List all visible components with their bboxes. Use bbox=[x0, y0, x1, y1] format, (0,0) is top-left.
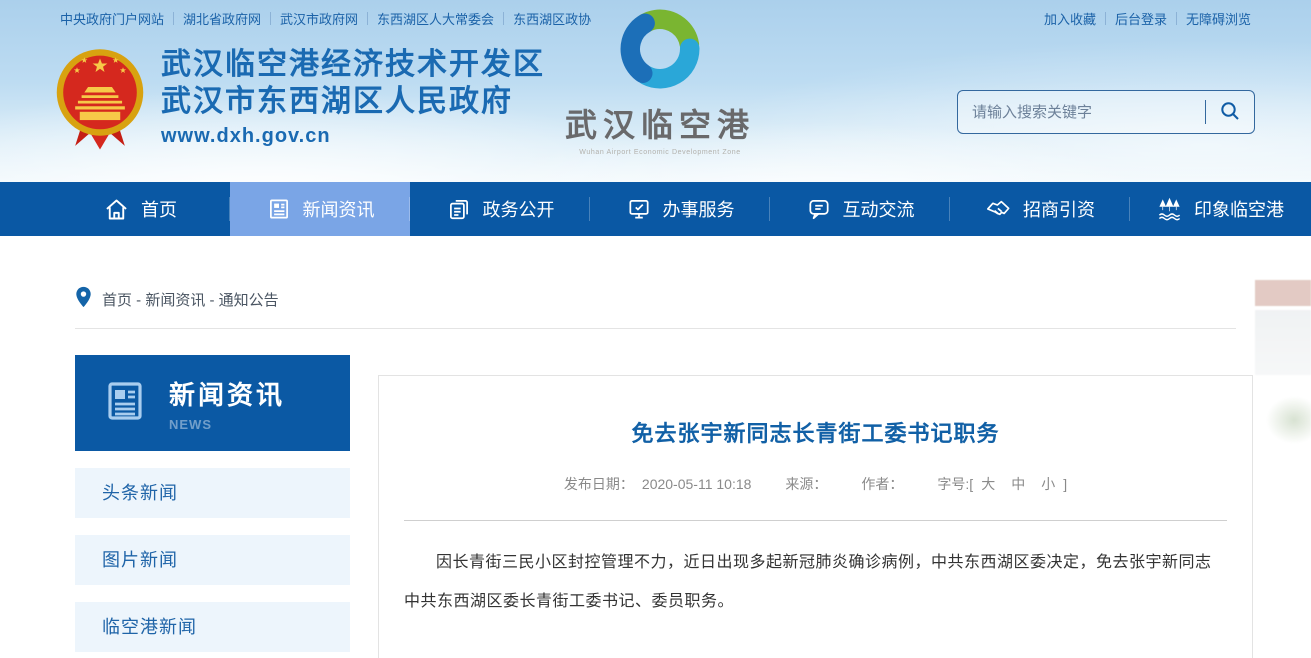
search-icon bbox=[1218, 99, 1242, 126]
chat-bubble-icon bbox=[806, 196, 832, 222]
source-label: 来源： bbox=[785, 474, 827, 494]
publish-date-label: 发布日期： bbox=[564, 474, 634, 494]
logo-english-text: Wuhan Airport Economic Development Zone bbox=[550, 149, 770, 156]
nav-item-services[interactable]: 办事服务 bbox=[590, 182, 770, 236]
author-label: 作者： bbox=[861, 474, 903, 494]
nav-item-home[interactable]: 首页 bbox=[50, 182, 230, 236]
site-url: www.dxh.gov.cn bbox=[161, 125, 545, 148]
divider bbox=[367, 12, 368, 25]
site-header: 中央政府门户网站 湖北省政府网 武汉市政府网 东西湖区人大常委会 东西湖区政协 … bbox=[0, 0, 1311, 182]
top-link-npc[interactable]: 东西湖区人大常委会 bbox=[377, 9, 494, 28]
nav-item-impression[interactable]: 印象临空港 bbox=[1130, 182, 1310, 236]
sidebar-header-text: 新闻资讯 NEWS bbox=[169, 375, 285, 432]
sidebar-header: 新闻资讯 NEWS bbox=[75, 355, 350, 451]
trees-landmark-icon bbox=[1156, 196, 1183, 223]
nav-item-label: 印象临空港 bbox=[1194, 196, 1284, 222]
divider bbox=[503, 12, 504, 25]
nav-item-label: 首页 bbox=[141, 196, 177, 222]
article-container: 免去张宇新同志长青街工委书记职务 发布日期： 2020-05-11 10:18 … bbox=[378, 375, 1253, 658]
background-buildings-image bbox=[1255, 280, 1311, 610]
publish-date-value: 2020-05-11 10:18 bbox=[642, 476, 752, 492]
sidebar-item-photo-news[interactable]: 图片新闻 bbox=[75, 535, 350, 585]
fontsize-large-button[interactable]: 大 bbox=[981, 474, 995, 494]
fontsize-bracket-close: ] bbox=[1063, 476, 1067, 492]
newspaper-icon bbox=[101, 377, 149, 430]
divider bbox=[1176, 12, 1177, 25]
site-logo: 武汉临空港 Wuhan Airport Economic Development… bbox=[550, 8, 770, 156]
content-area: 首页 - 新闻资讯 - 通知公告 新闻资讯 NEWS bbox=[0, 236, 1311, 658]
article-title: 免去张宇新同志长青街工委书记职务 bbox=[404, 416, 1227, 448]
nav-item-label: 新闻资讯 bbox=[303, 196, 375, 222]
nav-item-label: 办事服务 bbox=[663, 196, 735, 222]
handshake-icon bbox=[985, 196, 1012, 223]
article-meta: 发布日期： 2020-05-11 10:18 来源： 作者： 字号:[ 大 中 … bbox=[404, 474, 1227, 494]
sidebar-title: 新闻资讯 bbox=[169, 375, 285, 412]
nav-item-gov-disclosure[interactable]: 政务公开 bbox=[410, 182, 590, 236]
top-link-admin-login[interactable]: 后台登录 bbox=[1115, 9, 1167, 28]
sidebar-item-headline-news[interactable]: 头条新闻 bbox=[75, 468, 350, 518]
fontsize-medium-button[interactable]: 中 bbox=[1011, 474, 1025, 494]
top-link-wuhan-gov[interactable]: 武汉市政府网 bbox=[280, 9, 358, 28]
nav-item-interaction[interactable]: 互动交流 bbox=[770, 182, 950, 236]
search-input[interactable] bbox=[958, 104, 1205, 121]
fontsize-label: 字号:[ bbox=[937, 474, 973, 494]
top-link-accessibility[interactable]: 无障碍浏览 bbox=[1186, 9, 1251, 28]
top-links-left: 中央政府门户网站 湖北省政府网 武汉市政府网 东西湖区人大常委会 东西湖区政协 bbox=[60, 9, 591, 28]
nav-item-news[interactable]: 新闻资讯 bbox=[230, 182, 410, 236]
main-row: 新闻资讯 NEWS 头条新闻 图片新闻 临空港新闻 免去张宇新同志长青街工委书记… bbox=[75, 355, 1253, 658]
search-box bbox=[957, 90, 1255, 134]
national-emblem-icon bbox=[54, 46, 146, 155]
nav-item-label: 互动交流 bbox=[843, 196, 915, 222]
sidebar-news: 新闻资讯 NEWS 头条新闻 图片新闻 临空港新闻 bbox=[75, 355, 350, 658]
site-title-line2: 武汉市东西湖区人民政府 bbox=[161, 83, 545, 120]
location-pin-icon bbox=[75, 286, 92, 312]
service-monitor-icon bbox=[626, 196, 652, 222]
top-link-central-gov[interactable]: 中央政府门户网站 bbox=[60, 9, 164, 28]
sidebar-subtitle: NEWS bbox=[169, 417, 285, 432]
site-title-line1: 武汉临空港经济技术开发区 bbox=[161, 46, 545, 83]
article-body: 因长青街三民小区封控管理不力，近日出现多起新冠肺炎确诊病例，中共东西湖区委决定，… bbox=[404, 543, 1227, 621]
breadcrumb: 首页 - 新闻资讯 - 通知公告 bbox=[75, 236, 1236, 329]
nav-item-label: 招商引资 bbox=[1023, 196, 1095, 222]
divider bbox=[1105, 12, 1106, 25]
top-link-hubei-gov[interactable]: 湖北省政府网 bbox=[183, 9, 261, 28]
breadcrumb-text[interactable]: 首页 - 新闻资讯 - 通知公告 bbox=[102, 289, 279, 310]
nav-item-label: 政务公开 bbox=[483, 196, 555, 222]
divider bbox=[404, 520, 1227, 521]
home-icon bbox=[103, 196, 130, 223]
divider bbox=[173, 12, 174, 25]
news-icon bbox=[266, 196, 292, 222]
sidebar-item-linkonggang-news[interactable]: 临空港新闻 bbox=[75, 602, 350, 652]
main-navigation: 首页 新闻资讯 bbox=[0, 182, 1311, 236]
fontsize-small-button[interactable]: 小 bbox=[1041, 474, 1055, 494]
top-link-favorite[interactable]: 加入收藏 bbox=[1044, 9, 1096, 28]
site-brand[interactable]: 武汉临空港经济技术开发区 武汉市东西湖区人民政府 www.dxh.gov.cn bbox=[54, 46, 545, 155]
nav-inner: 首页 新闻资讯 bbox=[0, 182, 1311, 236]
search-button[interactable] bbox=[1206, 91, 1254, 133]
swirl-logo-icon bbox=[619, 77, 701, 94]
page: 中央政府门户网站 湖北省政府网 武汉市政府网 东西湖区人大常委会 东西湖区政协 … bbox=[0, 0, 1311, 658]
top-links-right: 加入收藏 后台登录 无障碍浏览 bbox=[1044, 9, 1251, 28]
divider bbox=[270, 12, 271, 25]
logo-chinese-text: 武汉临空港 bbox=[550, 100, 770, 146]
site-title-block: 武汉临空港经济技术开发区 武汉市东西湖区人民政府 www.dxh.gov.cn bbox=[161, 46, 545, 148]
nav-item-investment[interactable]: 招商引资 bbox=[950, 182, 1130, 236]
document-icon bbox=[446, 196, 472, 222]
